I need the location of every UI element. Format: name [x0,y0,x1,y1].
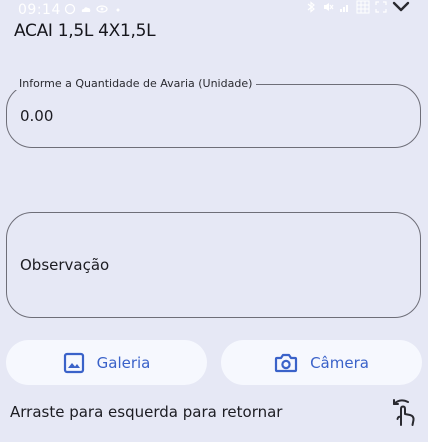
chevron-down-icon[interactable] [392,0,410,14]
status-right-icons [305,0,410,14]
expand-icon [375,1,387,13]
cloud-icon [81,7,91,12]
grid-icon [356,0,370,14]
camera-button[interactable]: Câmera [221,340,422,385]
observation-field[interactable]: Observação [6,212,421,318]
quantity-field-value[interactable]: 0.00 [20,107,53,125]
quantity-field[interactable]: Informe a Quantidade de Avaria (Unidade)… [6,77,421,148]
data-saver-icon [64,3,76,15]
observation-placeholder: Observação [20,256,110,274]
quantity-field-label: Informe a Quantidade de Avaria (Unidade) [15,77,257,90]
status-left-icons [64,3,124,15]
gallery-button[interactable]: Galeria [6,340,207,385]
camera-button-label: Câmera [310,353,369,372]
swipe-left-gesture-icon [393,399,415,426]
status-bar: 09:14 [0,0,428,20]
dot-icon [116,8,120,12]
mute-icon [324,3,334,11]
gallery-button-label: Galeria [96,353,151,372]
swipe-hint-text: Arraste para esquerda para retornar [10,403,283,421]
bluetooth-icon [307,1,315,13]
product-title: ACAI 1,5L 4X1,5L [14,21,156,41]
camera-icon [274,353,298,372]
image-icon [63,352,84,373]
signal-icon [340,5,348,12]
status-time: 09:14 [18,2,61,18]
eye-icon [96,5,108,13]
